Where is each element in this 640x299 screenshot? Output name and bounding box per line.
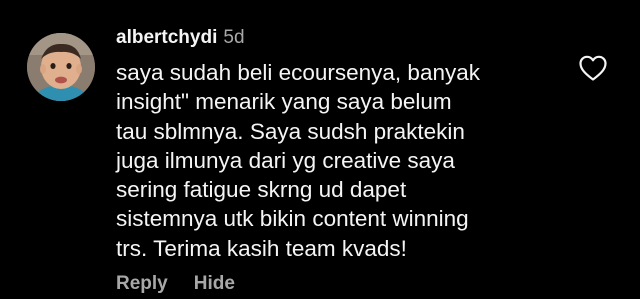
hide-button[interactable]: Hide — [194, 273, 235, 294]
comment-text-line: tau sblmnya. Saya sudsh praktekin — [116, 118, 465, 144]
comment-text-line: sistemnya utk bikin content winning — [116, 206, 469, 232]
timestamp: 5d — [223, 27, 245, 48]
reply-button[interactable]: Reply — [116, 273, 168, 294]
avatar[interactable] — [27, 33, 95, 101]
comment-meta: albertchydi 5d — [116, 24, 556, 52]
avatar-photo — [27, 33, 95, 101]
comment-text-line: trs. Terima kasih team kvads! — [116, 235, 407, 261]
comment-text-line: saya sudah beli ecoursenya, banyak — [116, 60, 480, 85]
heart-outline-icon — [579, 55, 607, 81]
comment-content: albertchydi 5d saya sudah beli ecoursenya… — [116, 24, 556, 298]
like-button[interactable] — [578, 54, 608, 82]
comment-actions: Reply Hide — [116, 270, 556, 298]
username[interactable]: albertchydi — [116, 27, 217, 48]
comment-text: saya sudah beli ecoursenya, banyak insig… — [116, 58, 556, 263]
comment: albertchydi 5d saya sudah beli ecoursenya… — [0, 0, 640, 299]
comment-text-line: juga ilmunya dari yg creative saya — [116, 147, 455, 173]
comment-text-line: sering fatigue skrng ud dapet — [116, 177, 407, 203]
comment-text-line: insight" menarik yang saya belum — [116, 89, 452, 115]
